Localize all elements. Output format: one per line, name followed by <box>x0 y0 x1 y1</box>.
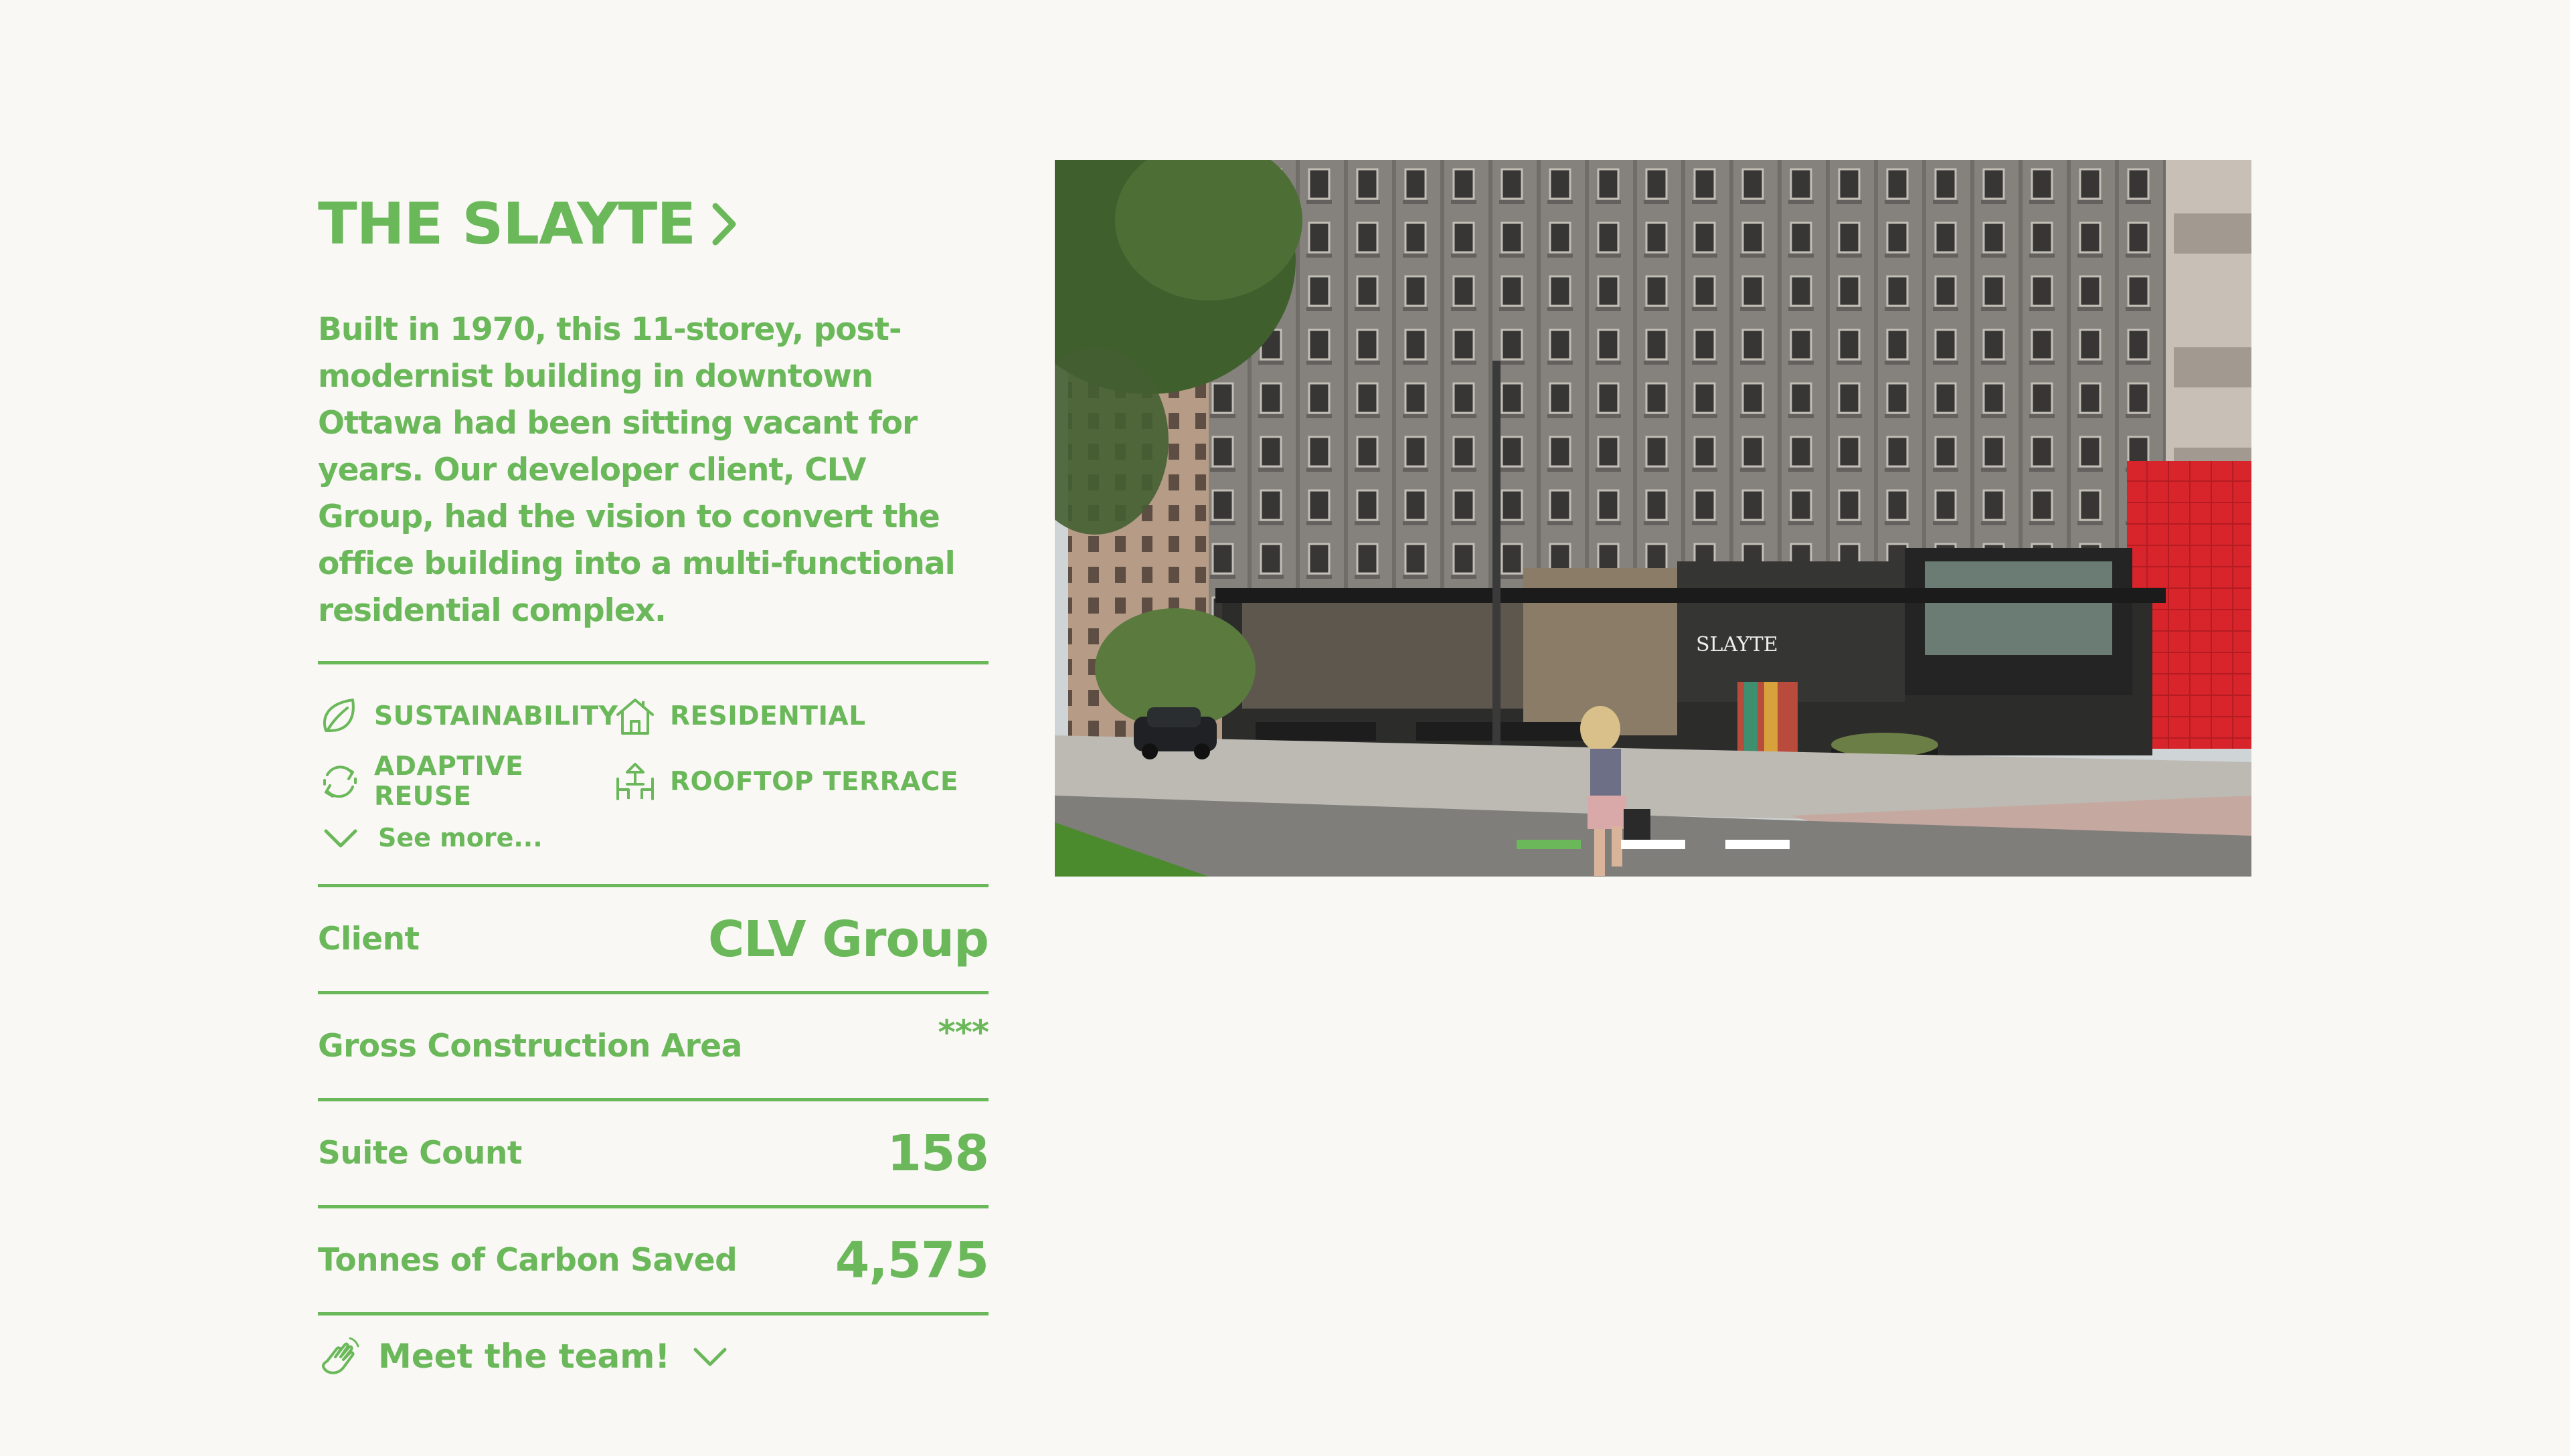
stat-value: 4,575 <box>835 1231 989 1289</box>
stat-carbon-saved: Tonnes of Carbon Saved 4,575 <box>318 1208 989 1315</box>
tag-adaptive-reuse: ADAPTIVE REUSE <box>318 751 614 812</box>
project-page: THE SLAYTE Built in 1970, this 11-storey… <box>0 0 2570 1456</box>
chevron-right-icon <box>712 203 736 246</box>
stat-label: Gross Construction Area <box>318 1028 742 1065</box>
stat-label: Suite Count <box>318 1135 522 1172</box>
chevron-down-icon <box>324 829 357 848</box>
stat-client: Client CLV Group <box>318 887 989 994</box>
wave-hand-icon <box>321 1337 359 1374</box>
project-details: THE SLAYTE Built in 1970, this 11-storey… <box>318 187 989 1378</box>
project-title: THE SLAYTE <box>318 191 696 258</box>
see-more-button[interactable]: See more... <box>318 814 989 861</box>
recycle-icon <box>323 765 357 798</box>
carousel-dot-1[interactable] <box>1517 840 1581 849</box>
leaf-icon <box>323 699 355 732</box>
building-sign: SLAYTE <box>1696 633 1778 656</box>
carousel-dot-2[interactable] <box>1621 840 1685 849</box>
see-more-label: See more... <box>378 823 543 852</box>
meet-the-team-label: Meet the team! <box>378 1337 671 1376</box>
carousel-indicators <box>1517 840 1790 849</box>
house-icon <box>616 699 654 735</box>
tag-sustainability: SUSTAINABILITY <box>318 695 618 737</box>
project-image-carousel[interactable]: SLAYTE <box>1055 160 2251 877</box>
meet-the-team-button[interactable]: Meet the team! <box>318 1334 989 1378</box>
stat-value: *** <box>938 1013 989 1052</box>
terrace-icon <box>616 763 654 800</box>
chevron-down-icon <box>693 1348 727 1366</box>
project-description: Built in 1970, this 11-storey, post-mode… <box>318 311 956 629</box>
stat-suite-count: Suite Count 158 <box>318 1101 989 1208</box>
building-photo: SLAYTE <box>1055 160 2251 877</box>
stat-gross-construction-area: Gross Construction Area *** <box>318 994 989 1101</box>
stat-value: 158 <box>887 1124 989 1182</box>
tag-residential: RESIDENTIAL <box>614 695 866 737</box>
stat-value: CLV Group <box>707 910 989 968</box>
tag-rooftop-terrace: ROOFTOP TERRACE <box>614 760 958 803</box>
stat-label: Client <box>318 921 420 958</box>
project-title-link[interactable]: THE SLAYTE <box>318 187 989 261</box>
stat-label: Tonnes of Carbon Saved <box>318 1242 738 1279</box>
tag-list: SUSTAINABILITY RESIDENTIAL ADAPTIVE REUS… <box>318 664 989 884</box>
carousel-dot-3[interactable] <box>1725 840 1790 849</box>
